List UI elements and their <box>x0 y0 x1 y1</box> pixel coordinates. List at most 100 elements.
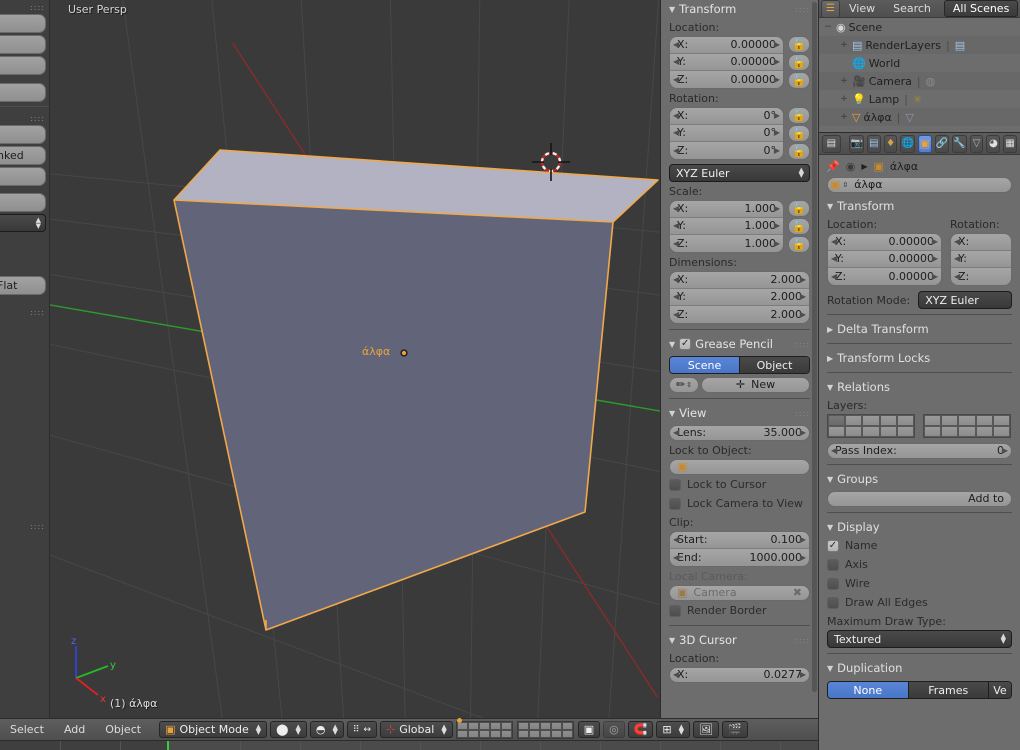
cursor-x-field[interactable]: ◀ X: 0.0277 ▶ <box>669 667 810 683</box>
panel-header-display[interactable]: ▼ Display <box>827 518 1012 536</box>
grease-pencil-new-button[interactable]: ✛ New <box>701 377 810 393</box>
tool-button[interactable] <box>0 83 46 102</box>
arrow-right-icon[interactable]: ▶ <box>800 550 806 566</box>
scale-x-field[interactable]: ◀ X: 1.000 ▶ <box>670 201 783 218</box>
add-to-group-button[interactable]: Add to <box>827 491 1012 507</box>
render-preview-button[interactable]: ▣ <box>577 721 601 738</box>
arrow-left-icon[interactable]: ◀ <box>831 269 837 285</box>
layer-cell[interactable] <box>467 721 479 730</box>
arrow-left-icon[interactable]: ◀ <box>954 269 960 285</box>
layer-column[interactable] <box>561 721 573 738</box>
layer-cell[interactable] <box>550 729 562 738</box>
layer-cell[interactable] <box>561 729 573 738</box>
outliner-menu-search[interactable]: Search <box>884 2 940 15</box>
outliner-row-lamp[interactable]: + 💡 Lamp | ✳ <box>819 90 1020 108</box>
arrow-left-icon[interactable]: ◀ <box>673 125 679 141</box>
arrow-right-icon[interactable]: ▶ <box>800 307 806 323</box>
obj-location-y-field[interactable]: ◀ Y: 0.00000 ▶ <box>828 251 941 268</box>
tab-world[interactable]: 🌐 <box>900 134 915 153</box>
obj-location-z-field[interactable]: ◀ Z: 0.00000 ▶ <box>828 268 941 285</box>
layer-cell[interactable] <box>517 721 529 730</box>
arrow-right-icon[interactable]: ▶ <box>774 218 780 234</box>
arrow-right-icon[interactable]: ▶ <box>932 269 938 285</box>
timeline-playhead[interactable] <box>167 741 169 750</box>
outliner-display-mode[interactable]: All Scenes <box>943 0 1019 17</box>
arrow-left-icon[interactable]: ◀ <box>831 443 837 459</box>
outliner-row-world[interactable]: 🌐 World <box>819 54 1020 72</box>
outliner-row-scene[interactable]: − ◉ Scene <box>819 18 1020 36</box>
layer-cell[interactable] <box>941 426 959 437</box>
layer-cell[interactable] <box>862 426 880 437</box>
layer-column[interactable] <box>500 721 512 738</box>
layer-cell[interactable] <box>489 721 501 730</box>
max-draw-type-dropdown[interactable]: Textured ▲ ▼ <box>827 630 1012 648</box>
layer-column[interactable] <box>478 721 490 738</box>
tab-render-layers[interactable]: ▤ <box>866 134 881 153</box>
viewport-shading-dropdown[interactable]: ⬤ ▲ ▼ <box>270 721 307 738</box>
arrow-left-icon[interactable]: ◀ <box>673 108 679 124</box>
arrow-left-icon[interactable]: ◀ <box>954 234 960 250</box>
tool-dropdown[interactable]: ▲ ▼ <box>0 214 46 232</box>
lock-location-y-button[interactable]: 🔓 <box>788 54 810 71</box>
layer-cell[interactable] <box>528 729 540 738</box>
gp-tab-object[interactable]: Object <box>740 357 809 373</box>
layer-cell[interactable] <box>975 426 993 437</box>
layer-cell[interactable] <box>539 729 551 738</box>
layer-cell[interactable] <box>862 415 880 426</box>
tool-button[interactable] <box>0 167 46 186</box>
pivot-point-dropdown[interactable]: ◓ ▲ ▼ <box>309 721 344 738</box>
layer-cell[interactable] <box>828 426 846 437</box>
location-x-field[interactable]: ◀ X: 0.00000 ▶ <box>670 37 783 54</box>
arrow-left-icon[interactable]: ◀ <box>831 234 837 250</box>
transform-orientation-dropdown[interactable]: ⊹ Global ▲ ▼ <box>380 721 453 738</box>
panel-header-object-transform[interactable]: ▼ Transform <box>827 197 1012 215</box>
layers-widget[interactable] <box>827 414 1012 438</box>
layer-cell[interactable] <box>550 721 562 730</box>
renderlayer-data-icon[interactable]: ▤ <box>955 39 965 52</box>
dimensions-x-field[interactable]: ◀ X: 2.000 ▶ <box>670 272 809 289</box>
arrow-left-icon[interactable]: ◀ <box>673 201 679 217</box>
viewport-menu-select[interactable]: Select <box>0 723 54 736</box>
expand-icon[interactable]: + <box>839 112 849 122</box>
layers-block-left[interactable] <box>827 414 915 438</box>
opengl-render-image-button[interactable]: 🖼 <box>693 721 719 738</box>
arrow-left-icon[interactable]: ◀ <box>831 251 837 267</box>
expand-icon[interactable]: + <box>839 76 849 86</box>
opengl-render-animation-button[interactable]: 🎬 <box>722 721 748 738</box>
lock-location-z-button[interactable]: 🔓 <box>788 72 810 89</box>
collapse-icon[interactable]: − <box>823 22 833 32</box>
rotation-y-field[interactable]: ◀ Y: 0° ▶ <box>670 125 783 142</box>
tab-object[interactable]: ▣ <box>917 134 932 153</box>
lamp-data-icon[interactable]: ✳ <box>913 93 922 106</box>
duplication-option-none[interactable]: None <box>828 682 909 698</box>
lock-scale-z-button[interactable]: 🔓 <box>788 236 810 253</box>
scale-z-field[interactable]: ◀ Z: 1.000 ▶ <box>670 235 783 252</box>
clear-icon[interactable]: ✖ <box>793 585 802 601</box>
arrow-left-icon[interactable]: ◀ <box>673 289 679 305</box>
display-wire-row[interactable]: Wire <box>827 574 1012 593</box>
mesh-data-icon[interactable]: ▽ <box>905 111 913 124</box>
arrow-left-icon[interactable]: ◀ <box>673 72 679 88</box>
obj-location-x-field[interactable]: ◀ X: 0.00000 ▶ <box>828 234 941 251</box>
outliner-menu-view[interactable]: View <box>840 2 884 15</box>
arrow-right-icon[interactable]: ▶ <box>774 37 780 53</box>
expand-icon[interactable]: + <box>839 40 849 50</box>
editor-type-icon[interactable]: ▤ <box>822 134 841 153</box>
camera-data-icon[interactable]: ◍ <box>926 75 936 88</box>
panel-header-transform[interactable]: ▼ Transform :::: <box>669 0 810 18</box>
panel-header-3d-cursor[interactable]: ▼ 3D Cursor :::: <box>669 631 810 649</box>
arrow-left-icon[interactable]: ◀ <box>673 143 679 159</box>
layer-cell[interactable] <box>845 426 863 437</box>
outliner-row-camera[interactable]: + 🎥 Camera | ◍ <box>819 72 1020 90</box>
panel-header-relations[interactable]: ▼ Relations <box>827 378 1012 396</box>
layer-cell[interactable] <box>924 426 942 437</box>
arrow-right-icon[interactable]: ▶ <box>1002 443 1008 459</box>
arrow-right-icon[interactable]: ▶ <box>800 532 806 548</box>
rotation-mode-dropdown[interactable]: XYZ Euler ▲ ▼ <box>669 164 810 182</box>
arrow-right-icon[interactable]: ▶ <box>774 108 780 124</box>
lock-camera-to-view-row[interactable]: Lock Camera to View <box>669 494 810 513</box>
panel-header-groups[interactable]: ▼ Groups <box>827 470 1012 488</box>
tab-material[interactable]: ◕ <box>986 134 1001 153</box>
lock-scale-x-button[interactable]: 🔓 <box>788 200 810 217</box>
arrow-left-icon[interactable]: ◀ <box>673 425 679 441</box>
